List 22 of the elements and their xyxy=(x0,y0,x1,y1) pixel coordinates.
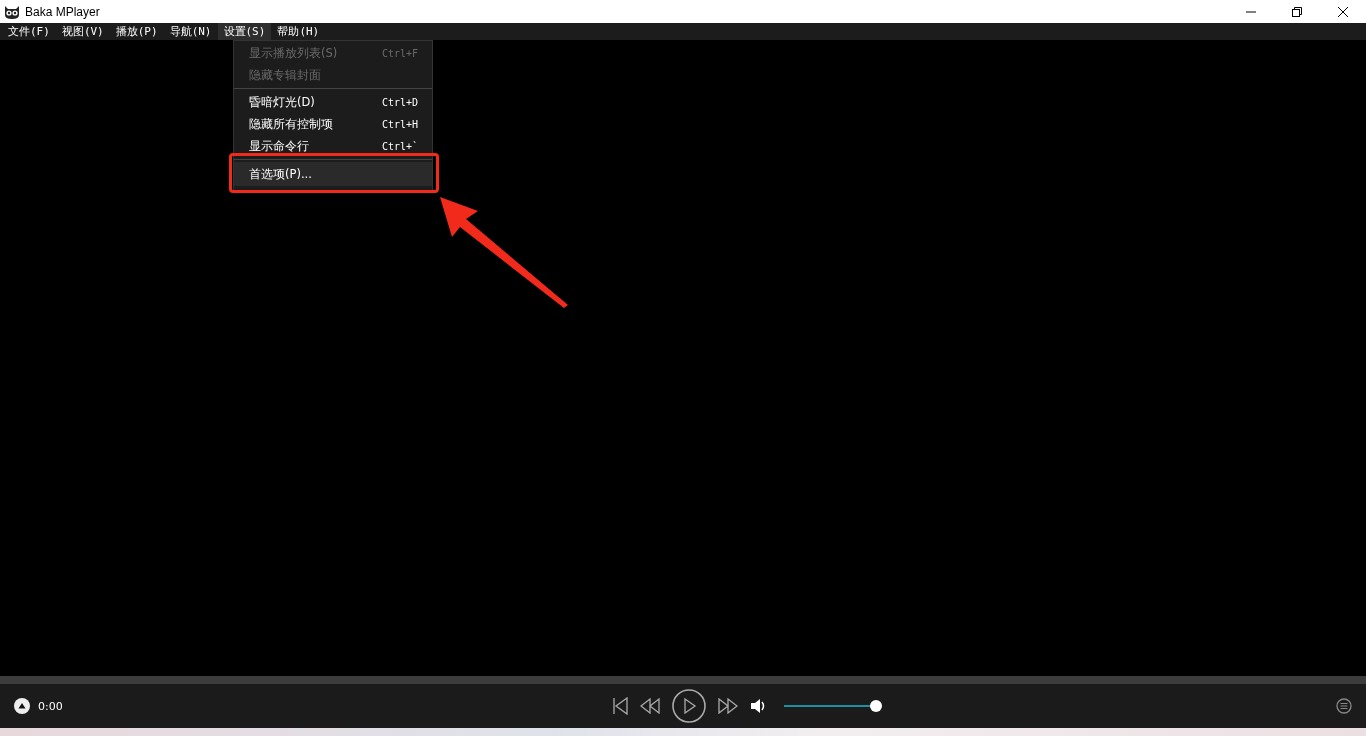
menu-option[interactable]: 显示命令行 Ctrl+` xyxy=(234,135,432,157)
close-icon xyxy=(1338,6,1348,17)
menu-item[interactable]: 文件(F) xyxy=(2,23,56,40)
menu-item[interactable]: 设置(S) xyxy=(217,23,272,40)
menu-item[interactable]: 导航(N) xyxy=(163,23,218,40)
menu-item[interactable]: 视图(V) xyxy=(55,23,110,40)
skip-back-icon[interactable] xyxy=(612,697,628,715)
time-label: 0:00 xyxy=(38,699,63,713)
window-title: Baka MPlayer xyxy=(25,4,100,19)
restore-icon xyxy=(1292,6,1302,17)
fast-forward-icon[interactable] xyxy=(718,698,738,714)
rewind-icon[interactable] xyxy=(640,698,660,714)
menu-option[interactable]: 昏暗灯光(D) Ctrl+D xyxy=(234,91,432,113)
menu-item[interactable]: 播放(P) xyxy=(109,23,164,40)
playlist-icon[interactable] xyxy=(1336,698,1352,714)
menu-item[interactable]: 帮助(H) xyxy=(271,23,326,40)
menu-option[interactable]: 隐藏所有控制项 Ctrl+H xyxy=(234,113,432,135)
menu-option[interactable]: 首选项(P)... xyxy=(234,162,432,186)
volume-icon[interactable] xyxy=(750,698,766,714)
owl-logo-icon xyxy=(4,3,20,20)
eject-icon[interactable] xyxy=(14,698,30,714)
play-icon[interactable] xyxy=(672,689,706,723)
